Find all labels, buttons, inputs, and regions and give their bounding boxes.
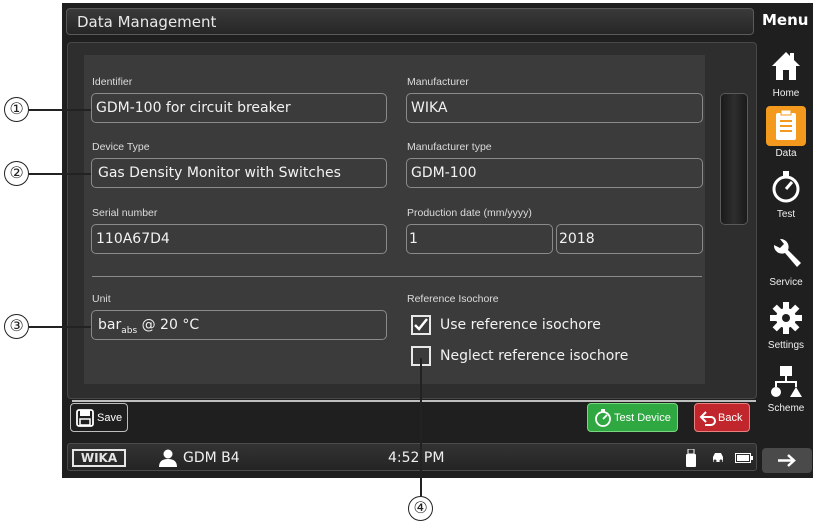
title-bar: Data Management (66, 8, 754, 35)
neglect-reference-label: Neglect reference isochore (440, 348, 629, 364)
callout-1: ① (4, 97, 29, 122)
gauge-icon (595, 409, 611, 427)
save-button[interactable]: Save (70, 403, 128, 432)
device-screen: Data Management Menu Identifier GDM-100 … (62, 3, 813, 478)
current-user: GDM B4 (183, 450, 240, 466)
production-date-label: Production date (mm/yyyy) (407, 207, 532, 219)
use-reference-label: Use reference isochore (440, 317, 601, 333)
menu-label-service: Service (769, 277, 803, 288)
menu-next-button[interactable] (762, 448, 812, 473)
back-button-label: Back (718, 412, 743, 424)
menu-label-home: Home (772, 88, 800, 99)
usb-icon (686, 449, 696, 467)
identifier-label: Identifier (92, 76, 133, 88)
section-divider (92, 276, 702, 277)
scrollbar[interactable] (720, 93, 748, 225)
unit-field[interactable]: barabs @ 20 °C (91, 310, 387, 340)
menu-label-data: Data (775, 148, 797, 159)
serial-number-field[interactable]: 110A67D4 (91, 224, 387, 254)
manufacturer-label: Manufacturer (407, 76, 469, 88)
status-bar: WIKA GDM B4 4:52 PM (67, 443, 757, 471)
device-form: Identifier GDM-100 for circuit breaker M… (84, 55, 705, 384)
menu-label-scheme: Scheme (767, 403, 805, 414)
identifier-field[interactable]: GDM-100 for circuit breaker (91, 93, 387, 123)
manufacturer-field[interactable]: WIKA (406, 93, 703, 123)
window-title: Data Management (77, 13, 217, 31)
home-icon (766, 46, 806, 86)
callout-1-line (29, 109, 91, 111)
menu-item-settings[interactable]: Settings (761, 298, 811, 351)
back-arrow-icon (699, 411, 716, 426)
callout-2: ② (4, 161, 29, 186)
stopwatch-icon (766, 167, 806, 207)
unit-suffix: @ 20 °C (137, 317, 200, 333)
test-device-button-label: Test Device (614, 412, 671, 424)
menu-item-service[interactable]: Service (761, 235, 811, 288)
manufacturer-type-field[interactable]: GDM-100 (406, 158, 703, 188)
wrench-icon (766, 235, 806, 275)
production-year-field[interactable]: 2018 (556, 224, 703, 254)
unit-label: Unit (92, 293, 111, 305)
unit-value: bar (98, 317, 122, 333)
callout-4: ④ (408, 496, 433, 521)
menu-item-scheme[interactable]: Scheme (761, 361, 811, 414)
unit-subscript: abs (121, 325, 138, 336)
callout-4-line (420, 358, 422, 496)
menu-item-home[interactable]: Home (761, 46, 811, 99)
menu-label-settings: Settings (767, 340, 805, 351)
device-type-field[interactable]: Gas Density Monitor with Switches (91, 158, 387, 188)
device-type-label: Device Type (92, 141, 150, 153)
clipboard-icon (766, 106, 806, 146)
checkmark-icon (414, 318, 428, 331)
menu-label-test: Test (776, 209, 796, 220)
floppy-disk-icon (76, 409, 94, 427)
gear-icon (766, 298, 806, 338)
callout-2-line (29, 173, 91, 175)
user-icon (159, 449, 177, 467)
wika-logo: WIKA (72, 449, 126, 467)
arrow-right-icon (778, 454, 796, 467)
back-button[interactable]: Back (694, 403, 750, 432)
menu-item-test[interactable]: Test (761, 167, 811, 220)
clock: 4:52 PM (388, 450, 445, 466)
serial-number-label: Serial number (92, 207, 158, 219)
use-reference-checkbox[interactable] (411, 315, 431, 335)
manufacturer-type-label: Manufacturer type (407, 141, 492, 153)
production-month-field[interactable]: 1 (406, 224, 553, 254)
battery-icon (735, 453, 753, 463)
car-icon (713, 453, 723, 463)
test-device-button[interactable]: Test Device (587, 403, 678, 432)
callout-3: ③ (4, 314, 29, 339)
menu-title: Menu (762, 11, 809, 29)
scheme-icon (766, 361, 806, 401)
button-bar-divider (72, 400, 756, 402)
callout-3-line (29, 326, 91, 328)
menu-item-data[interactable]: Data (761, 106, 811, 159)
save-button-label: Save (97, 412, 123, 424)
reference-isochore-label: Reference Isochore (407, 293, 499, 305)
